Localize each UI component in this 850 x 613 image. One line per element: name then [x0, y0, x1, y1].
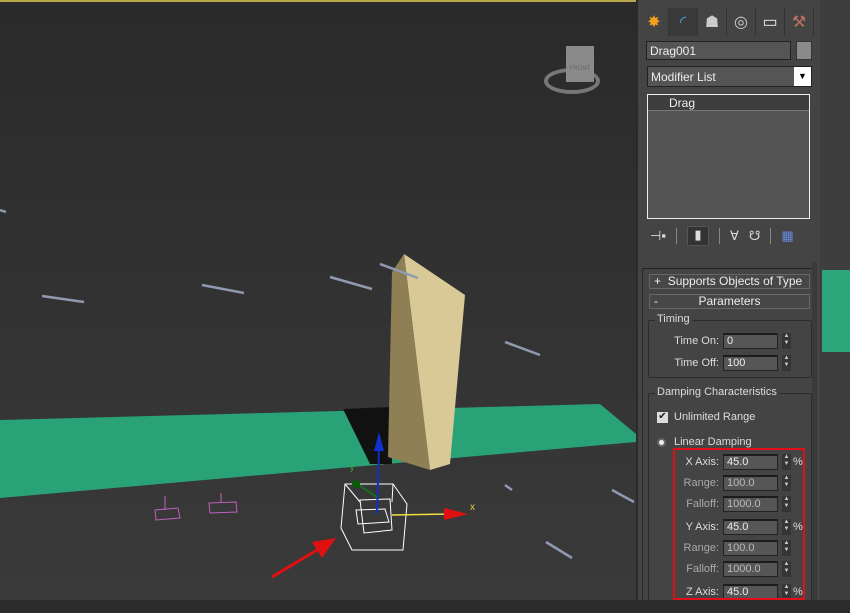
chevron-down-icon[interactable]: ▼	[794, 67, 811, 86]
y-falloff-spinner[interactable]: ▲ ▼	[782, 561, 791, 577]
scene: x y	[0, 208, 636, 579]
tab-display[interactable]: ▭	[756, 8, 785, 36]
perspective-viewport[interactable]: x y FRONT	[0, 0, 636, 600]
unit-label: %	[793, 586, 803, 598]
damping-group: Damping Characteristics ✔ Unlimited Range…	[648, 386, 812, 613]
x-axis-input[interactable]: 45.0	[723, 454, 778, 470]
viewcube-face-front[interactable]: FRONT	[566, 46, 594, 82]
z-axis-spinner[interactable]: ▲ ▼	[782, 584, 791, 600]
rollout-parameters[interactable]: - Parameters	[649, 294, 810, 309]
selected-drag-gizmo[interactable]	[340, 483, 408, 551]
time-off-spinner[interactable]: ▲ ▼	[782, 355, 791, 371]
modifier-list-dropdown[interactable]: Modifier List ▼	[647, 66, 812, 87]
command-panel-tabs: ✸ ◜ ☗ ◎ ▭ ⚒	[640, 8, 816, 36]
ground-plane[interactable]	[0, 404, 636, 498]
divider	[770, 228, 772, 244]
y-range-label: Range:	[683, 542, 719, 554]
group-title: Damping Characteristics	[655, 386, 779, 398]
command-panel-scrollbar[interactable]	[812, 262, 817, 600]
x-axis-arrow-icon	[444, 508, 468, 520]
modifier-stack[interactable]: Drag	[647, 94, 810, 219]
x-falloff-input[interactable]: 1000.0	[723, 496, 778, 512]
object-color-swatch[interactable]	[796, 41, 812, 60]
linear-damping-label: Linear Damping	[674, 436, 752, 448]
hierarchy-icon: ☗	[704, 14, 720, 31]
timing-group: Timing Time On: 0 ▲ ▼ Time Off: 100 ▲ ▼	[648, 313, 812, 378]
unit-label: %	[793, 521, 803, 533]
create-icon: ✸	[647, 14, 661, 31]
remove-modifier-icon[interactable]: ☋	[749, 228, 761, 244]
x-range-input[interactable]: 100.0	[723, 475, 778, 491]
command-panel: ✸ ◜ ☗ ◎ ▭ ⚒ Drag001 Modifier List ▼ Drag …	[638, 0, 820, 613]
annotation-arrow	[271, 538, 336, 579]
time-on-spinner[interactable]: ▲ ▼	[782, 333, 791, 349]
gizmo-x-label: x	[470, 502, 475, 513]
x-falloff-label: Falloff:	[686, 498, 719, 510]
x-axis	[391, 513, 451, 516]
time-on-input[interactable]: 0	[723, 333, 778, 349]
z-axis-label: Z Axis:	[685, 586, 719, 598]
particles	[0, 208, 635, 560]
x-range-spinner[interactable]: ▲ ▼	[782, 475, 791, 491]
tab-modify[interactable]: ◜	[669, 8, 698, 36]
gizmo-y-label: y	[350, 462, 355, 472]
tab-motion[interactable]: ◎	[727, 8, 756, 36]
x-axis-label: X Axis:	[685, 456, 719, 468]
y-falloff-input[interactable]: 1000.0	[723, 561, 778, 577]
checkmark-icon: ✔	[657, 410, 668, 423]
y-axis-spinner[interactable]: ▲ ▼	[782, 519, 791, 535]
tab-hierarchy[interactable]: ☗	[698, 8, 727, 36]
radio-selected-icon	[657, 437, 666, 447]
rollout-supports-objects[interactable]: + Supports Objects of Type	[649, 274, 810, 289]
time-off-input[interactable]: 100	[723, 355, 778, 371]
x-range-label: Range:	[683, 477, 719, 489]
y-axis-input[interactable]: 45.0	[723, 519, 778, 535]
z-axis-input[interactable]: 45.0	[723, 584, 778, 600]
unlimited-range-checkbox[interactable]: ✔ Unlimited Range	[657, 411, 755, 423]
show-end-result-icon[interactable]: ▮	[686, 226, 709, 246]
pin-stack-icon[interactable]: ⊣▪	[650, 228, 666, 244]
y-range-input[interactable]: 100.0	[723, 540, 778, 556]
time-off-label: Time Off:	[674, 357, 719, 369]
unlimited-range-label: Unlimited Range	[674, 411, 756, 423]
tab-create[interactable]: ✸	[640, 8, 669, 36]
divider	[675, 228, 677, 244]
linear-damping-radio[interactable]: Linear Damping	[657, 436, 752, 448]
drag-helper-icons	[154, 493, 238, 521]
make-unique-icon[interactable]: ∀	[730, 228, 739, 244]
y-axis-handle-icon	[352, 480, 360, 488]
expand-icon: +	[654, 274, 662, 288]
x-axis-spinner[interactable]: ▲ ▼	[782, 454, 791, 470]
stack-toolbar: ⊣▪ ▮ ∀ ☋ ▦	[650, 226, 810, 246]
unit-label: %	[793, 456, 803, 468]
object-name-input[interactable]: Drag001	[646, 41, 791, 60]
y-range-spinner[interactable]: ▲ ▼	[782, 540, 791, 556]
modifier-list-label: Modifier List	[651, 70, 716, 84]
y-falloff-label: Falloff:	[686, 563, 719, 575]
secondary-viewport[interactable]	[820, 0, 850, 600]
rollout-title: Parameters	[698, 294, 761, 308]
rollouts-area: + Supports Objects of Type - Parameters T…	[642, 268, 815, 613]
tab-utilities[interactable]: ⚒	[785, 8, 814, 36]
time-on-label: Time On:	[674, 335, 719, 347]
motion-icon: ◎	[734, 14, 748, 31]
y-axis-label: Y Axis:	[685, 521, 719, 533]
divider	[718, 228, 720, 244]
ground-plane-partial	[822, 270, 850, 352]
stack-item-drag[interactable]: Drag	[648, 95, 809, 111]
modify-icon: ◜	[679, 14, 687, 31]
display-icon: ▭	[762, 14, 778, 31]
x-falloff-spinner[interactable]: ▲ ▼	[782, 496, 791, 512]
group-title: Timing	[655, 313, 692, 325]
hammer-icon: ⚒	[791, 14, 807, 31]
rollout-title: Supports Objects of Type	[667, 274, 803, 288]
configure-modifier-sets-icon[interactable]: ▦	[781, 228, 793, 244]
viewcube[interactable]: FRONT	[544, 46, 600, 98]
